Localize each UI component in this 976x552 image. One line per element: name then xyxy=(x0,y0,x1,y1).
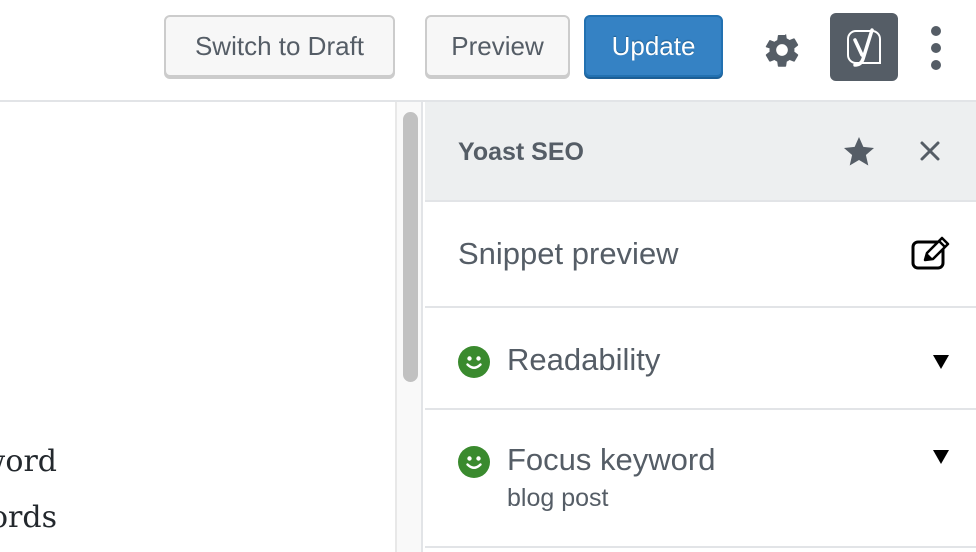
caret-down-icon[interactable] xyxy=(933,450,949,464)
sidebar-header: Yoast SEO xyxy=(425,102,976,202)
sidebar-title: Yoast SEO xyxy=(458,138,584,166)
yoast-seo-sidebar: Yoast SEO Snippet preview Readability Fo… xyxy=(425,102,976,552)
dot xyxy=(931,26,941,36)
post-editor-content[interactable]: word ords xyxy=(0,102,395,552)
update-button[interactable]: Update xyxy=(584,15,723,77)
focus-keyword-value: blog post xyxy=(507,484,609,512)
close-icon[interactable] xyxy=(919,140,941,162)
yoast-logo-icon xyxy=(847,28,881,67)
star-icon[interactable] xyxy=(841,134,877,170)
dot xyxy=(931,60,941,70)
smiley-icon xyxy=(458,446,490,478)
smiley-icon xyxy=(458,346,490,378)
snippet-preview-panel[interactable]: Snippet preview xyxy=(425,202,976,308)
panel-label: Snippet preview xyxy=(458,236,679,271)
dot xyxy=(931,43,941,53)
editor-text-line[interactable]: ords xyxy=(0,500,57,535)
panel-label: Focus keyword xyxy=(507,442,716,477)
scrollbar-thumb[interactable] xyxy=(403,112,418,382)
editor-header-toolbar: Switch to Draft Preview Update xyxy=(0,0,976,102)
yoast-seo-toggle-button[interactable] xyxy=(830,13,898,81)
editor-text-line[interactable]: word xyxy=(0,444,57,479)
caret-down-icon[interactable] xyxy=(933,355,949,369)
editor-scrollbar[interactable] xyxy=(395,102,423,552)
gear-icon[interactable] xyxy=(762,30,802,70)
preview-button[interactable]: Preview xyxy=(425,15,570,77)
readability-panel[interactable]: Readability xyxy=(425,308,976,410)
panel-label: Readability xyxy=(507,342,661,377)
focus-keyword-panel[interactable]: Focus keyword blog post xyxy=(425,410,976,548)
switch-to-draft-button[interactable]: Switch to Draft xyxy=(164,15,395,77)
edit-icon[interactable] xyxy=(911,236,951,270)
more-options-icon[interactable] xyxy=(924,26,948,70)
